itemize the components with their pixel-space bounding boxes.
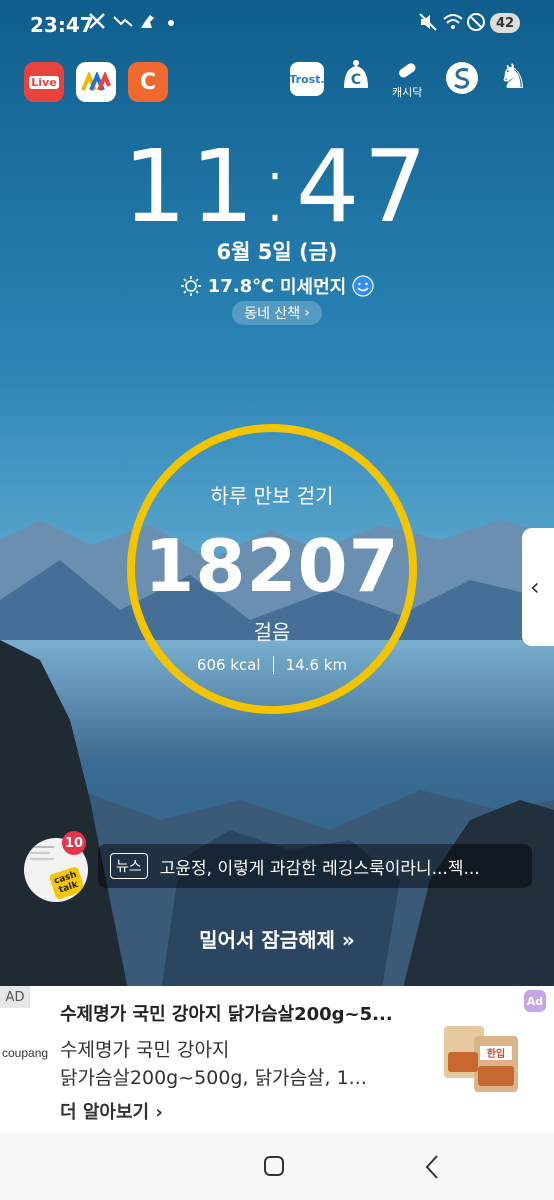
product-image: 한입 bbox=[444, 1026, 518, 1092]
notification-badge: 10 bbox=[62, 831, 86, 855]
chevron-right-icon: › bbox=[155, 1102, 163, 1123]
home-button[interactable] bbox=[264, 1156, 284, 1176]
steps-distance: 14.6 km bbox=[285, 656, 348, 674]
smile-icon bbox=[352, 275, 374, 297]
m-app-icon[interactable] bbox=[76, 62, 116, 102]
cashidak-app-icon[interactable]: 캐시닥 bbox=[392, 58, 422, 100]
steps-stats: 606 kcal 14.6 km bbox=[127, 656, 417, 674]
learn-more-link[interactable]: 더 알아보기 › bbox=[60, 1098, 163, 1124]
news-headline: 고윤정, 이렇게 과감한 레깅스룩이라니...젝... bbox=[159, 858, 480, 879]
divider bbox=[272, 656, 274, 674]
steps-count: 18207 bbox=[144, 524, 400, 608]
live-app-icon[interactable]: Live bbox=[24, 62, 64, 102]
weather-dust: 미세먼지 bbox=[279, 277, 347, 298]
svg-text:한입: 한입 bbox=[487, 1047, 505, 1060]
chess-app-icon[interactable]: ♞ bbox=[498, 58, 528, 96]
cashwalk-app-icon[interactable]: C bbox=[128, 62, 168, 102]
ad-banner[interactable]: AD 수제명가 국민 강아지 닭가슴살200g~5... Ad coupang … bbox=[0, 986, 554, 1132]
bell-c-icon: C bbox=[344, 60, 368, 88]
lockscreen-clock: 11:47 bbox=[122, 128, 432, 245]
pill-icon bbox=[399, 63, 416, 78]
svg-text:C: C bbox=[351, 72, 361, 88]
neighborhood-walk-button[interactable]: 동네 산책 › bbox=[232, 301, 322, 325]
clock-minutes: 47 bbox=[295, 128, 432, 245]
lockscreen-date: 6월 5일 (금) bbox=[216, 240, 338, 264]
chevron-right-icon: › bbox=[304, 305, 310, 321]
slide-to-unlock[interactable]: 밀어서 잠금해제 » bbox=[0, 924, 554, 953]
edge-panel-handle[interactable]: ‹ bbox=[522, 528, 554, 646]
sun-icon bbox=[180, 276, 201, 296]
weather-row[interactable]: 17.8℃ 미세먼지 bbox=[0, 273, 554, 299]
s-app-icon[interactable] bbox=[444, 60, 480, 96]
weather-temp: 17.8℃ bbox=[207, 275, 274, 297]
clock-hours: 11 bbox=[122, 128, 259, 245]
news-tag: 뉴스 bbox=[110, 853, 148, 879]
m-logo-icon bbox=[81, 72, 111, 91]
news-ticker[interactable]: 뉴스 고윤정, 이렇게 과감한 레깅스룩이라니...젝... bbox=[98, 844, 532, 888]
coupang-logo: coupang bbox=[2, 1046, 49, 1060]
ad-description: 수제명가 국민 강아지 닭가슴살200g~500g, 닭가슴살, 1... bbox=[60, 1039, 367, 1089]
ad-choices-icon[interactable]: Ad bbox=[524, 990, 546, 1012]
chevron-left-icon: ‹ bbox=[530, 573, 540, 601]
trost-app-icon[interactable]: Trost. bbox=[289, 62, 325, 96]
back-button[interactable] bbox=[424, 1154, 440, 1180]
double-chevron-right-icon: » bbox=[341, 928, 355, 952]
ad-title: 수제명가 국민 강아지 닭가슴살200g~5... bbox=[60, 1004, 393, 1025]
ad-label: AD bbox=[0, 986, 30, 1008]
c-app-icon[interactable]: C bbox=[338, 58, 374, 94]
steps-title: 하루 만보 걷기 bbox=[210, 484, 334, 508]
s-logo-icon bbox=[446, 62, 478, 94]
steps-kcal: 606 kcal bbox=[196, 656, 261, 674]
steps-unit: 걸음 bbox=[253, 620, 291, 644]
app-shortcuts: Live C Trost. C 캐시닥 ♞ bbox=[0, 0, 554, 110]
